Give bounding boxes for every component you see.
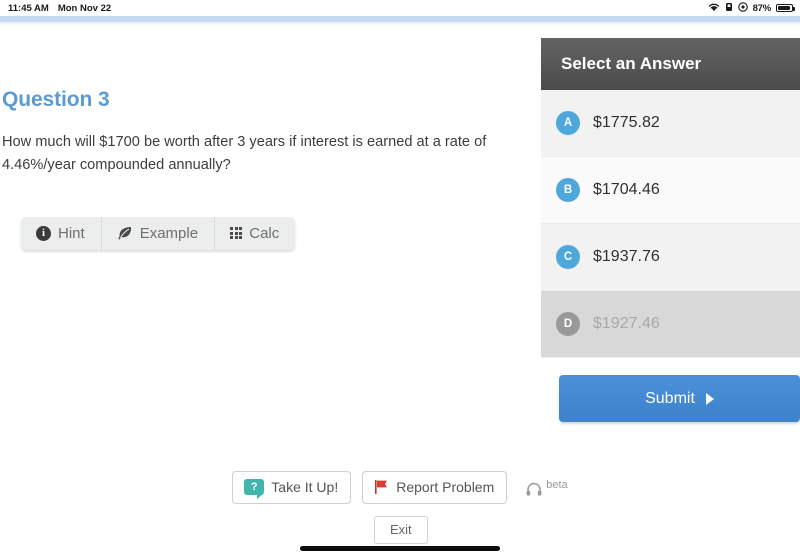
hint-button-label: Hint xyxy=(58,224,85,242)
calc-button-label: Calc xyxy=(249,224,280,242)
home-indicator xyxy=(300,546,500,551)
bottom-toolbar: ? Take It Up! Report Problem beta xyxy=(0,471,800,504)
submit-button-label: Submit xyxy=(645,389,695,407)
battery-icon xyxy=(776,3,795,13)
question-body: How much will $1700 be worth after 3 yea… xyxy=(2,134,487,173)
take-it-up-label: Take It Up! xyxy=(271,479,339,495)
answer-panel-header: Select an Answer xyxy=(541,38,800,90)
example-button[interactable]: Example xyxy=(101,217,216,250)
battery-percent: 87% xyxy=(752,2,772,14)
leaf-icon xyxy=(117,225,133,241)
answer-option-c[interactable]: C $1937.76 xyxy=(541,224,800,291)
exit-button[interactable]: Exit xyxy=(374,516,428,544)
answer-badge-d: D xyxy=(556,312,580,336)
status-bar-right: 87% xyxy=(708,2,795,15)
answer-option-a[interactable]: A $1775.82 xyxy=(541,90,800,157)
headphones-icon xyxy=(526,479,542,496)
question-tools-toolbar: i Hint Example Calc xyxy=(21,217,296,250)
flag-icon xyxy=(374,479,389,495)
status-date: Mon Nov 22 xyxy=(57,2,112,14)
calc-button[interactable]: Calc xyxy=(215,217,296,250)
example-button-label: Example xyxy=(139,224,199,242)
report-problem-label: Report Problem xyxy=(396,479,495,495)
grid-icon xyxy=(230,226,243,240)
alarm-icon xyxy=(725,2,733,15)
hint-button[interactable]: i Hint xyxy=(21,217,102,250)
answer-option-b[interactable]: B $1704.46 xyxy=(541,157,800,224)
wifi-icon xyxy=(708,2,720,15)
status-bar-left: 11:45 AM Mon Nov 22 xyxy=(8,3,111,14)
status-time: 11:45 AM xyxy=(8,2,49,14)
chevron-right-icon xyxy=(705,392,714,405)
answer-panel: Select an Answer A $1775.82 B $1704.46 C… xyxy=(541,38,800,358)
info-icon: i xyxy=(36,225,51,241)
beta-label: beta xyxy=(546,479,568,491)
answer-badge-c: C xyxy=(556,245,580,269)
answer-option-d: D $1927.46 xyxy=(541,291,800,358)
question-bubble-icon: ? xyxy=(244,479,265,499)
answer-badge-b: B xyxy=(556,178,580,202)
answer-value-b: $1704.46 xyxy=(593,181,660,198)
report-problem-button[interactable]: Report Problem xyxy=(362,471,508,504)
take-it-up-button[interactable]: ? Take It Up! xyxy=(232,471,352,504)
answer-value-c: $1937.76 xyxy=(593,248,660,265)
app-root: 11:45 AM Mon Nov 22 87% Question 3 How m… xyxy=(0,0,800,559)
answer-badge-a: A xyxy=(556,111,580,135)
question-title: Question 3 xyxy=(2,88,110,111)
answer-value-d: $1927.46 xyxy=(593,315,660,332)
beta-audio-indicator[interactable]: beta xyxy=(526,479,568,496)
submit-button[interactable]: Submit xyxy=(559,375,800,422)
answer-options-list: A $1775.82 B $1704.46 C $1937.76 D $1927… xyxy=(541,90,800,358)
status-bar: 11:45 AM Mon Nov 22 87% xyxy=(0,0,800,16)
rotation-lock-icon xyxy=(737,2,748,15)
header-accent-shadow xyxy=(0,22,800,26)
answer-value-a: $1775.82 xyxy=(593,114,660,131)
